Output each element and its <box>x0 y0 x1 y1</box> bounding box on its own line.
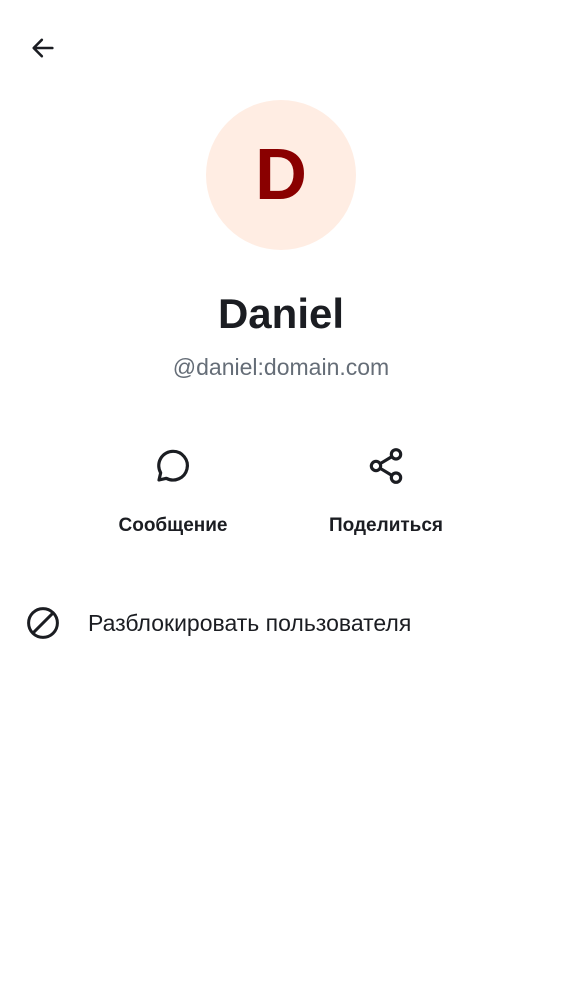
unblock-user-label: Разблокировать пользователя <box>88 610 412 636</box>
display-name: Daniel <box>217 290 345 337</box>
share-button[interactable]: Поделиться <box>286 440 486 550</box>
avatar-initial: D <box>255 135 307 215</box>
block-icon <box>24 605 62 641</box>
back-button[interactable] <box>22 29 64 71</box>
share-icon <box>364 444 408 488</box>
user-id: @daniel:domain.com <box>172 354 390 380</box>
unblock-user-button[interactable]: Разблокировать пользователя <box>0 592 562 654</box>
chat-bubble-icon <box>151 444 195 488</box>
message-button-label: Сообщение <box>118 515 228 536</box>
message-button[interactable]: Сообщение <box>73 440 273 550</box>
share-button-label: Поделиться <box>328 515 444 536</box>
arrow-left-icon <box>29 34 57 67</box>
avatar[interactable]: D <box>206 100 356 250</box>
